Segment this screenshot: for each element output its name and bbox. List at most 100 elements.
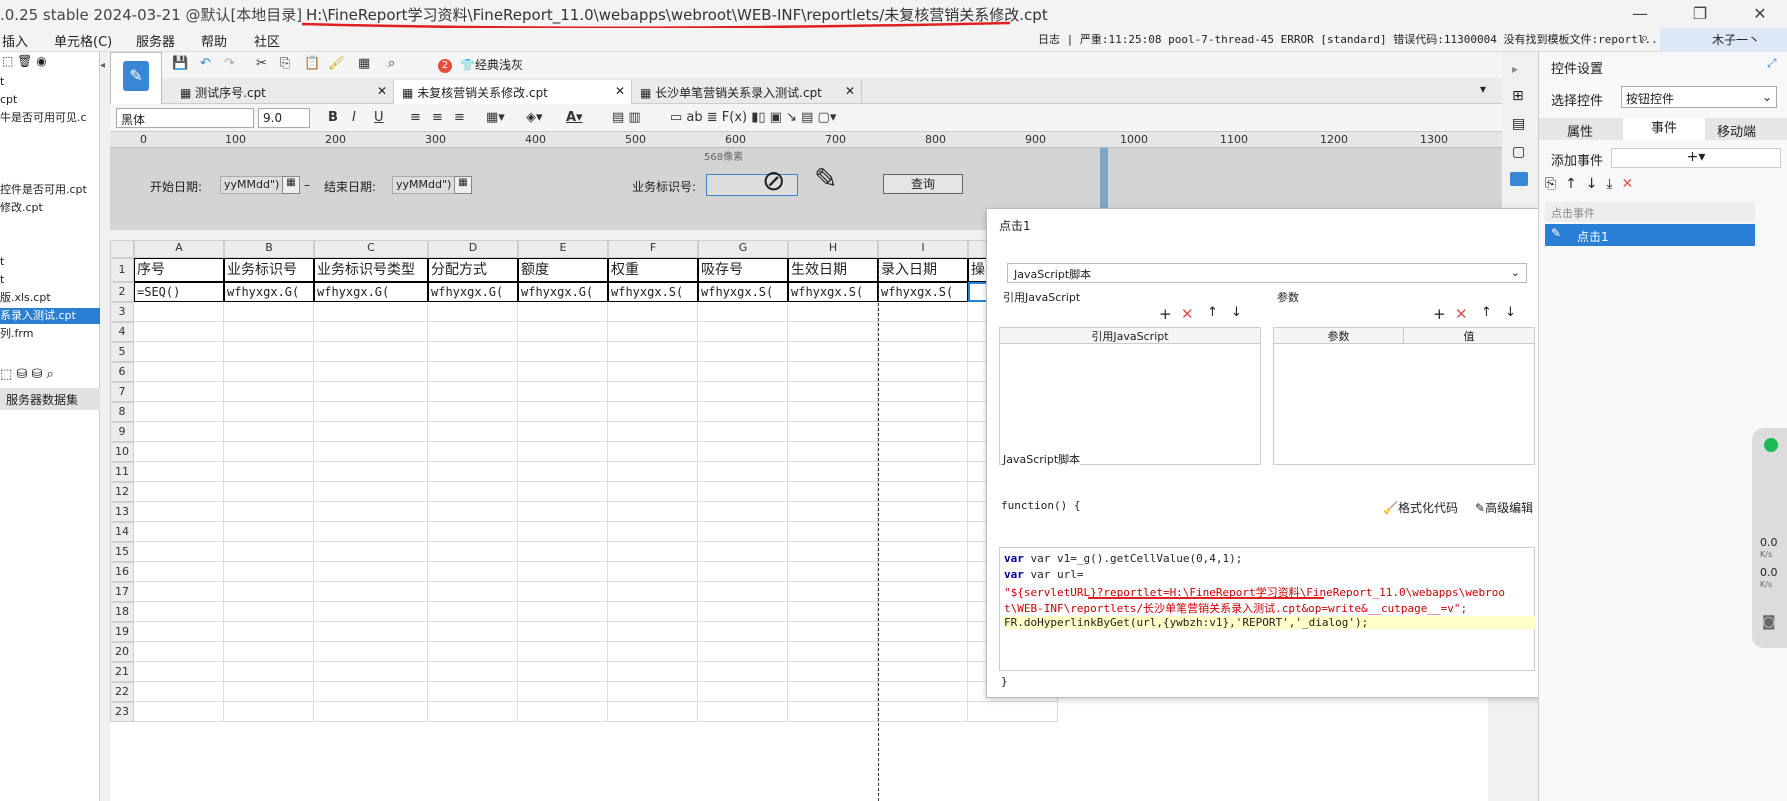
row-header[interactable]: 15 bbox=[110, 542, 134, 562]
grid-cell[interactable] bbox=[518, 322, 608, 342]
grid-cell[interactable] bbox=[134, 682, 224, 702]
grid-cell[interactable] bbox=[698, 582, 788, 602]
grid-cell[interactable] bbox=[788, 402, 878, 422]
grid-cell[interactable] bbox=[788, 442, 878, 462]
grid-cell[interactable] bbox=[428, 342, 518, 362]
row-header[interactable]: 1 bbox=[110, 258, 134, 282]
grid-cell[interactable] bbox=[224, 582, 314, 602]
menu-insert[interactable]: 插入 bbox=[2, 31, 28, 50]
cell-header[interactable]: 业务标识号 bbox=[224, 258, 314, 282]
grid-cell[interactable] bbox=[878, 482, 968, 502]
grid-cell[interactable] bbox=[428, 422, 518, 442]
col-header[interactable]: B bbox=[224, 240, 314, 258]
grid-cell[interactable] bbox=[314, 342, 428, 362]
tab-properties[interactable]: 属性 bbox=[1567, 121, 1593, 140]
align-center-icon[interactable]: ≡ bbox=[432, 110, 443, 125]
menu-server[interactable]: 服务器 bbox=[136, 31, 175, 50]
add-param-icon[interactable]: + bbox=[1433, 305, 1446, 323]
grid-cell[interactable] bbox=[428, 602, 518, 622]
grid-cell[interactable] bbox=[788, 502, 878, 522]
grid-cell[interactable] bbox=[314, 462, 428, 482]
grid-cell[interactable] bbox=[878, 662, 968, 682]
up-icon[interactable]: ↑ bbox=[1565, 176, 1577, 192]
redo-icon[interactable]: ↷ bbox=[224, 56, 235, 71]
grid-cell[interactable] bbox=[314, 622, 428, 642]
grid-cell[interactable] bbox=[518, 662, 608, 682]
cut-icon[interactable]: ✂ bbox=[256, 56, 267, 71]
server-dataset-tab[interactable]: 服务器数据集 bbox=[0, 388, 100, 410]
move-down-icon[interactable]: ↓ bbox=[1231, 305, 1242, 320]
grid-cell[interactable] bbox=[134, 622, 224, 642]
grid-cell[interactable] bbox=[698, 702, 788, 722]
grid-cell[interactable] bbox=[224, 642, 314, 662]
file-item[interactable]: 控件是否可用.cpt bbox=[0, 182, 100, 198]
grid-cell[interactable] bbox=[134, 562, 224, 582]
cell-header[interactable]: 权重 bbox=[608, 258, 698, 282]
grid-cell[interactable] bbox=[788, 422, 878, 442]
grid-cell[interactable] bbox=[428, 502, 518, 522]
grid-cell[interactable] bbox=[878, 582, 968, 602]
start-date-input[interactable]: yyMMdd") bbox=[220, 176, 286, 194]
tab-changsha[interactable]: ▦ 长沙单笔营销关系录入测试.cpt ✕ bbox=[632, 80, 862, 104]
grid-cell[interactable] bbox=[608, 642, 698, 662]
format-code-button[interactable]: 🧹格式化代码 bbox=[1383, 499, 1458, 516]
cell-header[interactable]: 录入日期 bbox=[878, 258, 968, 282]
cell-header[interactable]: 操 bbox=[968, 258, 988, 282]
grid-cell[interactable] bbox=[788, 382, 878, 402]
grid-cell[interactable] bbox=[224, 502, 314, 522]
grid-cell[interactable] bbox=[134, 522, 224, 542]
grid-cell[interactable] bbox=[518, 682, 608, 702]
grid-cell[interactable] bbox=[698, 442, 788, 462]
merge-icon[interactable]: ▤ ▥ bbox=[612, 110, 641, 125]
grid-cell[interactable] bbox=[878, 562, 968, 582]
grid-cell[interactable] bbox=[134, 302, 224, 322]
grid-cell[interactable] bbox=[608, 582, 698, 602]
col-header[interactable]: E bbox=[518, 240, 608, 258]
grid-cell[interactable] bbox=[134, 402, 224, 422]
grid-cell[interactable] bbox=[314, 702, 428, 722]
widget-settings-icon[interactable] bbox=[1510, 172, 1528, 186]
add-icon[interactable]: + bbox=[1159, 305, 1172, 323]
grid-cell[interactable] bbox=[608, 522, 698, 542]
collapse-right-icon[interactable]: ▸ bbox=[1512, 62, 1518, 76]
search-icon[interactable]: ⌕ bbox=[1641, 31, 1648, 46]
cell-formula[interactable]: wfhyxgx.S( bbox=[878, 282, 968, 302]
end-date-input[interactable]: yyMMdd") bbox=[392, 176, 458, 194]
design-mode-tool[interactable]: ✎ bbox=[110, 52, 162, 108]
grid-cell[interactable] bbox=[698, 462, 788, 482]
grid-cell[interactable] bbox=[518, 362, 608, 382]
file-item[interactable]: 版.xls.cpt bbox=[0, 290, 100, 306]
grid-cell[interactable] bbox=[428, 402, 518, 422]
grid-cell[interactable] bbox=[788, 302, 878, 322]
grid-cell[interactable] bbox=[518, 602, 608, 622]
selected-cell[interactable] bbox=[968, 282, 988, 302]
pin-icon[interactable]: ⤢ bbox=[1767, 56, 1777, 71]
cell-header[interactable]: 额度 bbox=[518, 258, 608, 282]
row-header[interactable]: 13 bbox=[110, 502, 134, 522]
grid-cell[interactable] bbox=[878, 362, 968, 382]
grid-cell[interactable] bbox=[314, 562, 428, 582]
grid-cell[interactable] bbox=[224, 542, 314, 562]
grid-cell[interactable] bbox=[314, 402, 428, 422]
grid-cell[interactable] bbox=[224, 322, 314, 342]
font-select[interactable]: 黑体 bbox=[116, 108, 254, 128]
grid-cell[interactable] bbox=[698, 302, 788, 322]
code-editor[interactable]: var var v1=_g().getCellValue(0,4,1); var… bbox=[999, 547, 1536, 671]
grid-cell[interactable] bbox=[428, 382, 518, 402]
grid-cell[interactable] bbox=[788, 662, 878, 682]
grid-cell[interactable] bbox=[518, 502, 608, 522]
grid-cell[interactable] bbox=[224, 602, 314, 622]
grid-cell[interactable] bbox=[698, 662, 788, 682]
bold-icon[interactable]: B bbox=[328, 110, 338, 125]
grid-cell[interactable] bbox=[878, 442, 968, 462]
grid-cell[interactable] bbox=[608, 302, 698, 322]
row-header[interactable]: 11 bbox=[110, 462, 134, 482]
grid-cell[interactable] bbox=[224, 442, 314, 462]
grid-cell[interactable] bbox=[134, 702, 224, 722]
grid-cell[interactable] bbox=[428, 662, 518, 682]
calendar-icon[interactable]: ▦ bbox=[454, 176, 472, 194]
grid-cell[interactable] bbox=[314, 382, 428, 402]
down-icon[interactable]: ↓ bbox=[1586, 176, 1598, 192]
grid-cell[interactable] bbox=[314, 662, 428, 682]
copy-icon[interactable]: ⎘ bbox=[1545, 176, 1556, 192]
